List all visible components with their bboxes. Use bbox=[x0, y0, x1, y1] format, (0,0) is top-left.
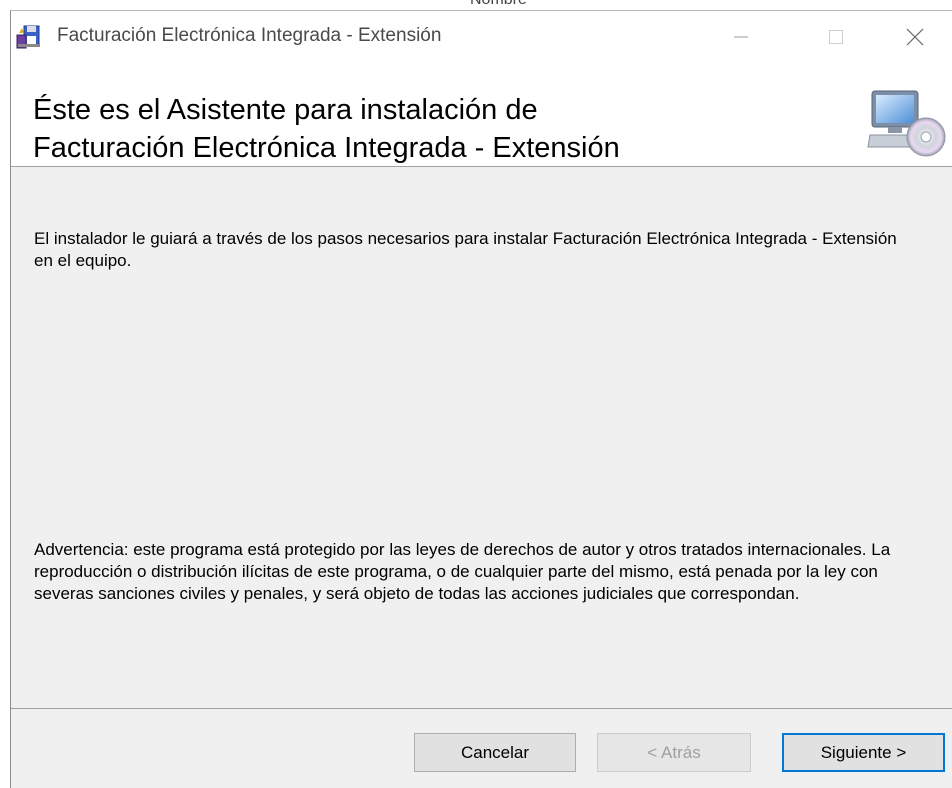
wizard-header: Éste es el Asistente para instalación de… bbox=[11, 63, 952, 167]
next-button[interactable]: Siguiente > bbox=[782, 733, 945, 772]
installer-window: Facturación Electrónica Integrada - Exte… bbox=[10, 10, 952, 788]
copyright-warning: Advertencia: este programa está protegid… bbox=[34, 540, 891, 603]
intro-text: El instalador le guiará a través de los … bbox=[34, 229, 897, 270]
wizard-heading: Éste es el Asistente para instalación de… bbox=[33, 94, 620, 164]
maximize-button[interactable] bbox=[806, 11, 866, 63]
background-window-text: Nombre bbox=[470, 0, 527, 9]
title-bar[interactable]: Facturación Electrónica Integrada - Exte… bbox=[11, 11, 952, 63]
computer-cd-icon bbox=[867, 90, 946, 157]
content-panel: El instalador le guiará a través de los … bbox=[11, 167, 952, 708]
back-button: < Atrás bbox=[597, 733, 751, 772]
close-button[interactable] bbox=[885, 11, 945, 63]
minimize-button[interactable] bbox=[711, 11, 771, 63]
close-icon bbox=[906, 28, 924, 46]
cancel-button[interactable]: Cancelar bbox=[414, 733, 576, 772]
button-bar: Cancelar < Atrás Siguiente > bbox=[11, 708, 952, 788]
window-title: Facturación Electrónica Integrada - Exte… bbox=[57, 25, 442, 46]
minimize-icon bbox=[734, 36, 748, 38]
maximize-icon bbox=[829, 30, 843, 44]
installer-app-icon bbox=[16, 25, 40, 49]
